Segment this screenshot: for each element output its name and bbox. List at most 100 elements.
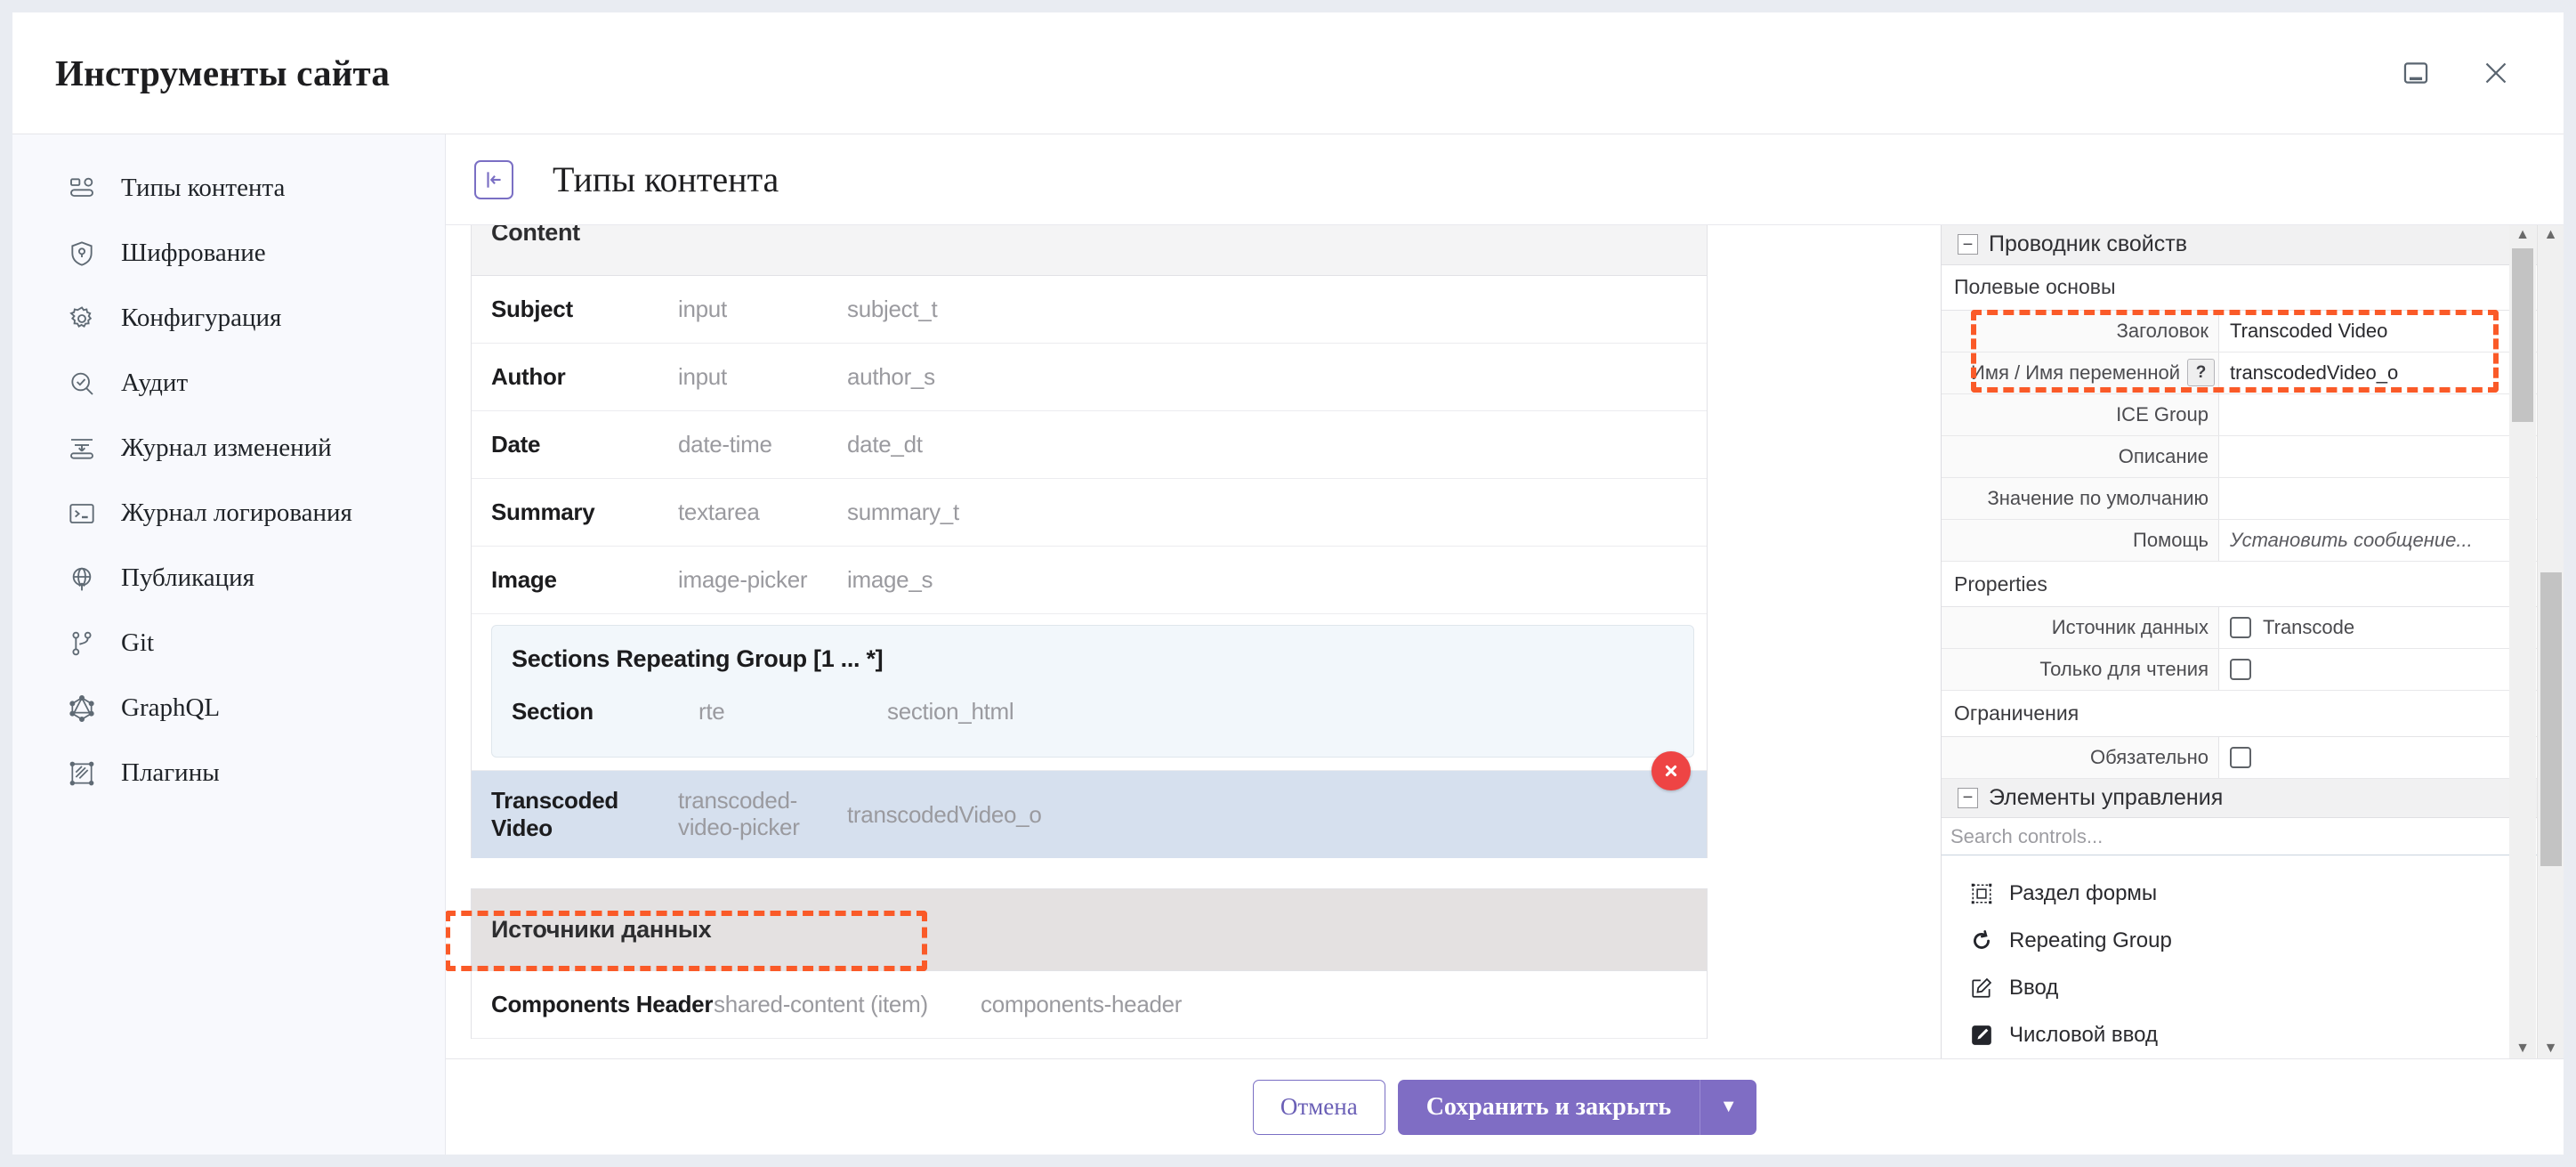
content-area: Content Subject input subject_t Author i… <box>446 225 2564 1059</box>
save-and-close-button[interactable]: Сохранить и закрыть <box>1397 1079 1700 1135</box>
datasources-group-table: Источники данных Components Header share… <box>471 888 1708 1039</box>
field-type: image-picker <box>678 566 808 593</box>
property-row-readonly[interactable]: Только для чтения <box>1942 649 2564 692</box>
section-title-field-basics: Полевые основы <box>1942 264 2564 311</box>
control-item-label: Ввод <box>2009 975 2059 1000</box>
table-row-selected-transcoded-video[interactable]: Transcoded Video transcoded-video-picker… <box>472 751 1707 858</box>
table-row[interactable]: Components Header shared-content (item) … <box>472 971 1707 1039</box>
sidebar-item-logging[interactable]: Журнал логирования <box>12 481 445 546</box>
main-column: Типы контента Content Subject input subj… <box>446 134 2564 1155</box>
table-row[interactable]: Image image-picker image_s <box>472 547 1707 614</box>
sidebar-item-git[interactable]: Git <box>12 611 445 676</box>
properties-outer-scrollbar[interactable]: ▲ ▼ <box>2537 225 2564 1058</box>
delete-field-icon[interactable] <box>1651 751 1691 790</box>
collapse-expander-icon[interactable]: − <box>1958 787 1978 808</box>
readonly-checkbox[interactable] <box>2230 659 2251 681</box>
restore-window-icon[interactable] <box>2391 48 2441 98</box>
field-type: input <box>678 296 727 322</box>
property-row-help[interactable]: Помощь Установить сообщение... <box>1942 519 2564 562</box>
scroll-up-arrow-icon[interactable]: ▲ <box>2509 225 2536 245</box>
control-item-numeric-input[interactable]: Числовой ввод <box>1942 1011 2564 1058</box>
changelog-icon <box>68 434 105 463</box>
graphql-icon <box>68 694 105 723</box>
field-name: Subject <box>491 296 573 322</box>
sidebar-item-graphql[interactable]: GraphQL <box>12 676 445 741</box>
property-row-datasource[interactable]: Источник данных Transcode <box>1942 607 2564 650</box>
field-name: Author <box>491 363 566 390</box>
property-row-ice-group[interactable]: ICE Group <box>1942 393 2564 436</box>
sidebar-item-label: Аудит <box>121 369 189 397</box>
content-group-table: Content Subject input subject_t Author i… <box>471 225 1708 858</box>
content-types-icon <box>68 174 105 203</box>
field-name: Transcoded Video <box>491 787 618 841</box>
sidebar-item-label: Типы контента <box>121 174 286 202</box>
controls-title: Элементы управления <box>1989 784 2224 810</box>
control-item-label: Раздел формы <box>2009 880 2158 905</box>
field-id: components-header <box>981 991 1183 1017</box>
help-icon[interactable]: ? <box>2187 359 2215 387</box>
property-row-title[interactable]: Заголовок Transcoded Video <box>1942 310 2564 353</box>
field-id: subject_t <box>847 296 938 322</box>
property-row-description[interactable]: Описание <box>1942 435 2564 478</box>
scroll-down-arrow-icon[interactable]: ▼ <box>2509 1039 2536 1058</box>
field-id: transcodedVideo_o <box>847 800 1042 828</box>
scroll-down-arrow-icon[interactable]: ▼ <box>2538 1039 2564 1058</box>
close-icon[interactable] <box>2471 48 2521 98</box>
property-label: Только для чтения <box>1942 649 2219 691</box>
table-row[interactable]: Summary textarea summary_t <box>472 479 1707 547</box>
globe-publish-icon <box>68 564 105 593</box>
repeating-group-box[interactable]: Sections Repeating Group [1 ... *] Secti… <box>491 625 1694 758</box>
form-section-icon <box>1968 882 1995 905</box>
property-row-required[interactable]: Обязательно <box>1942 736 2564 779</box>
table-row[interactable]: Subject input subject_t <box>472 276 1707 344</box>
main-header: Типы контента <box>446 134 2564 225</box>
property-label: Обязательно <box>1942 736 2219 778</box>
property-row-default-value[interactable]: Значение по умолчанию <box>1942 477 2564 520</box>
field-type: input <box>678 363 727 390</box>
property-label: Помощь <box>1942 519 2219 561</box>
datasource-checkbox[interactable] <box>2230 617 2251 639</box>
table-row[interactable]: Author input author_s <box>472 344 1707 411</box>
plugins-icon <box>68 759 105 788</box>
sidebar-item-label: Плагины <box>121 758 220 787</box>
field-type: rte <box>699 697 725 725</box>
sidebar-item-plugins[interactable]: Плагины <box>12 741 445 806</box>
sidebar-item-label: Публикация <box>121 563 254 592</box>
chevron-down-icon[interactable]: ▼ <box>1700 1079 1757 1135</box>
required-checkbox[interactable] <box>2230 746 2251 768</box>
collapse-panel-icon[interactable] <box>474 159 513 199</box>
cancel-button[interactable]: Отмена <box>1252 1079 1385 1135</box>
control-item-form-section[interactable]: Раздел формы <box>1942 870 2564 917</box>
sidebar-item-content-types[interactable]: Типы контента <box>12 156 445 221</box>
field-name: Image <box>491 566 557 593</box>
field-type: date-time <box>678 431 772 458</box>
table-row[interactable]: Date date-time date_dt <box>472 411 1707 479</box>
repeating-group-icon <box>1968 929 1995 952</box>
sidebar-item-encryption[interactable]: Шифрование <box>12 221 445 286</box>
group-header-label: Источники данных <box>491 916 712 943</box>
sidebar-item-label: GraphQL <box>121 693 221 722</box>
field-type: shared-content (item) <box>714 991 928 1017</box>
sidebar-item-changelog[interactable]: Журнал изменений <box>12 416 445 481</box>
section-title-properties: Properties <box>1942 561 2564 608</box>
scroll-up-arrow-icon[interactable]: ▲ <box>2538 225 2564 245</box>
checkbox-label: Transcode <box>2263 616 2355 639</box>
property-row-variable-name[interactable]: Имя / Имя переменной ? transcodedVideo_o <box>1942 352 2564 394</box>
properties-inner-scrollbar[interactable]: ▲ ▼ <box>2509 225 2536 1058</box>
input-pencil-icon <box>1968 977 1995 1000</box>
collapse-expander-icon[interactable]: − <box>1958 234 1978 255</box>
property-label: ICE Group <box>1942 393 2219 435</box>
canvas-scroll-inner: Content Subject input subject_t Author i… <box>446 225 1941 1039</box>
field-id: summary_t <box>847 498 959 525</box>
control-item-repeating-group[interactable]: Repeating Group <box>1942 917 2564 964</box>
control-item-input[interactable]: Ввод <box>1942 964 2564 1011</box>
scrollbar-thumb[interactable] <box>2540 572 2562 866</box>
table-row[interactable]: Section rte section_html <box>492 673 1693 750</box>
sidebar-item-audit[interactable]: Аудит <box>12 351 445 416</box>
scrollbar-thumb[interactable] <box>2512 248 2533 422</box>
sidebar-item-configuration[interactable]: Конфигурация <box>12 286 445 351</box>
field-name: Components Header <box>491 991 714 1017</box>
page-title: Типы контента <box>553 159 779 199</box>
search-controls-input[interactable]: Search controls... <box>1942 818 2564 856</box>
sidebar-item-publishing[interactable]: Публикация <box>12 546 445 611</box>
